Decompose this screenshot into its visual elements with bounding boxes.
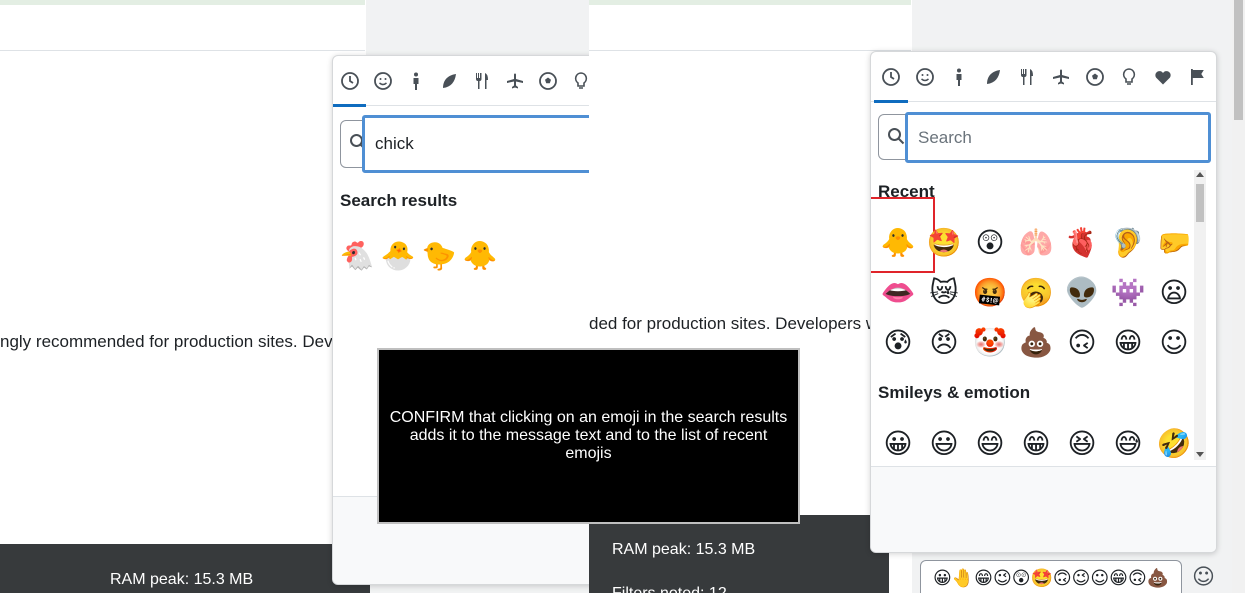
leaf-icon: [987, 69, 1000, 84]
filters-text: Filters noted: 12: [612, 585, 727, 593]
smiley-emoji[interactable]: 😆: [1061, 422, 1103, 464]
header-bar: [589, 5, 911, 51]
tab-travel[interactable]: [499, 56, 532, 106]
smiley-emoji[interactable]: 😅: [1107, 422, 1149, 464]
recent-emoji[interactable]: 👄: [877, 271, 919, 313]
tab-objects[interactable]: [565, 56, 589, 106]
tab-objects[interactable]: [1112, 52, 1146, 102]
search-input[interactable]: [362, 115, 589, 173]
lightbulb-icon: [1122, 67, 1136, 85]
page-footer: RAM peak: 15.3 MB Filters noted: 12: [589, 515, 889, 593]
fork-knife-icon: [475, 72, 488, 89]
recent-emoji[interactable]: 🤡: [969, 321, 1011, 363]
lightbulb-icon: [575, 71, 588, 89]
leaf-icon: [442, 73, 456, 88]
search-result-emoji[interactable]: 🐣: [377, 234, 419, 276]
tab-food[interactable]: [465, 56, 498, 106]
tab-smileys[interactable]: [366, 56, 399, 106]
smiley-emoji[interactable]: 😄: [969, 422, 1011, 464]
recent-emoji[interactable]: 🤬: [969, 271, 1011, 313]
tab-nature[interactable]: [432, 56, 465, 106]
tab-recent[interactable]: [333, 56, 367, 107]
recent-emoji[interactable]: 🫁: [1015, 221, 1057, 263]
smiley-emoji[interactable]: 😁: [1015, 422, 1057, 464]
flag-icon: [1191, 68, 1204, 85]
recent-emoji[interactable]: 🤩: [923, 221, 965, 263]
recent-emoji[interactable]: 😠: [923, 321, 965, 363]
emoji-picker: Recent Smileys & emotion 🐥🤩😲🫁🫀🦻🤛👄😿🤬🥱👽👾😦😰…: [870, 51, 1217, 553]
smiley-icon: [916, 67, 934, 86]
recent-emoji[interactable]: 🫀: [1061, 221, 1103, 263]
recent-emoji[interactable]: 🤛: [1153, 221, 1195, 263]
tab-travel[interactable]: [1044, 52, 1078, 102]
search-input[interactable]: [905, 112, 1211, 163]
tab-people[interactable]: [399, 56, 432, 106]
smiley-emoji[interactable]: 😀: [877, 422, 919, 464]
emoji-picker-button[interactable]: ☺: [1192, 565, 1215, 590]
tab-smileys[interactable]: [908, 52, 942, 102]
airplane-icon: [507, 73, 524, 88]
scroll-down-arrow[interactable]: [1196, 452, 1204, 457]
recent-emoji[interactable]: 🙃: [1061, 321, 1103, 363]
category-tabs: [871, 52, 1216, 103]
page-scrollbar[interactable]: [1232, 0, 1245, 593]
smiley-emoji[interactable]: 😃: [923, 422, 965, 464]
recent-emoji[interactable]: 👾: [1107, 271, 1149, 313]
tab-activities[interactable]: [1078, 52, 1112, 102]
clock-icon: [340, 71, 359, 90]
soccer-ball-icon: [1086, 67, 1104, 86]
person-icon: [956, 68, 962, 86]
search-results-heading: Search results: [340, 191, 458, 210]
tab-activities[interactable]: [532, 56, 565, 106]
category-tabs: [333, 56, 589, 107]
fork-knife-icon: [1021, 68, 1033, 85]
picker-scroll-thumb[interactable]: [1196, 184, 1204, 222]
heart-icon: [1155, 70, 1171, 84]
recent-emoji[interactable]: 😿: [923, 271, 965, 313]
clock-icon: [882, 67, 900, 86]
page-text-fragment: ded for production sites. Developers wil…: [589, 314, 910, 333]
search-icon: [888, 128, 905, 145]
recent-emoji[interactable]: ☺: [1153, 321, 1195, 363]
recent-emoji[interactable]: 😦: [1153, 271, 1195, 313]
tab-flags[interactable]: [1180, 52, 1214, 102]
header-bar: [0, 5, 365, 51]
picker-scrollbar[interactable]: [1194, 170, 1206, 460]
tab-symbols[interactable]: [1146, 52, 1180, 102]
recent-emoji[interactable]: 😲: [969, 221, 1011, 263]
tab-nature[interactable]: [976, 52, 1010, 102]
message-input[interactable]: 😀🤚😁😉😲🤩🙃😉☺😁🙃💩: [920, 560, 1182, 593]
recent-emoji[interactable]: 🥱: [1015, 271, 1057, 313]
smiley-icon: [373, 71, 392, 90]
smiley-emoji[interactable]: 🤣: [1153, 422, 1195, 464]
scroll-up-arrow[interactable]: [1196, 172, 1204, 177]
instruction-overlay: CONFIRM that clicking on an emoji in the…: [377, 348, 800, 524]
search-result-emoji[interactable]: 🐥: [459, 234, 501, 276]
person-icon: [413, 72, 419, 90]
tab-people[interactable]: [942, 52, 976, 102]
search-result-emoji[interactable]: 🐤: [418, 234, 460, 276]
recent-emoji[interactable]: 🐥: [877, 221, 919, 263]
page-scroll-thumb[interactable]: [1234, 0, 1243, 120]
ram-peak-text: RAM peak: 15.3 MB: [612, 541, 756, 558]
recent-emoji[interactable]: 😁: [1107, 321, 1149, 363]
picker-footer: [871, 466, 1216, 552]
search-result-emoji[interactable]: 🐔: [336, 234, 378, 276]
recent-emoji[interactable]: 🦻: [1107, 221, 1149, 263]
ram-peak-text: RAM peak: 15.3 MB: [110, 571, 254, 588]
airplane-icon: [1053, 69, 1069, 84]
tab-recent[interactable]: [874, 52, 908, 103]
soccer-ball-icon: [539, 71, 558, 90]
tab-food[interactable]: [1010, 52, 1044, 102]
smileys-heading: Smileys & emotion: [878, 383, 1031, 402]
page-footer: RAM peak: 15.3 MB: [0, 544, 370, 593]
recent-emoji[interactable]: 👽: [1061, 271, 1103, 313]
recent-emoji[interactable]: 💩: [1015, 321, 1057, 363]
instruction-text: CONFIRM that clicking on an emoji in the…: [389, 409, 788, 462]
recent-emoji[interactable]: 😰: [877, 321, 919, 363]
